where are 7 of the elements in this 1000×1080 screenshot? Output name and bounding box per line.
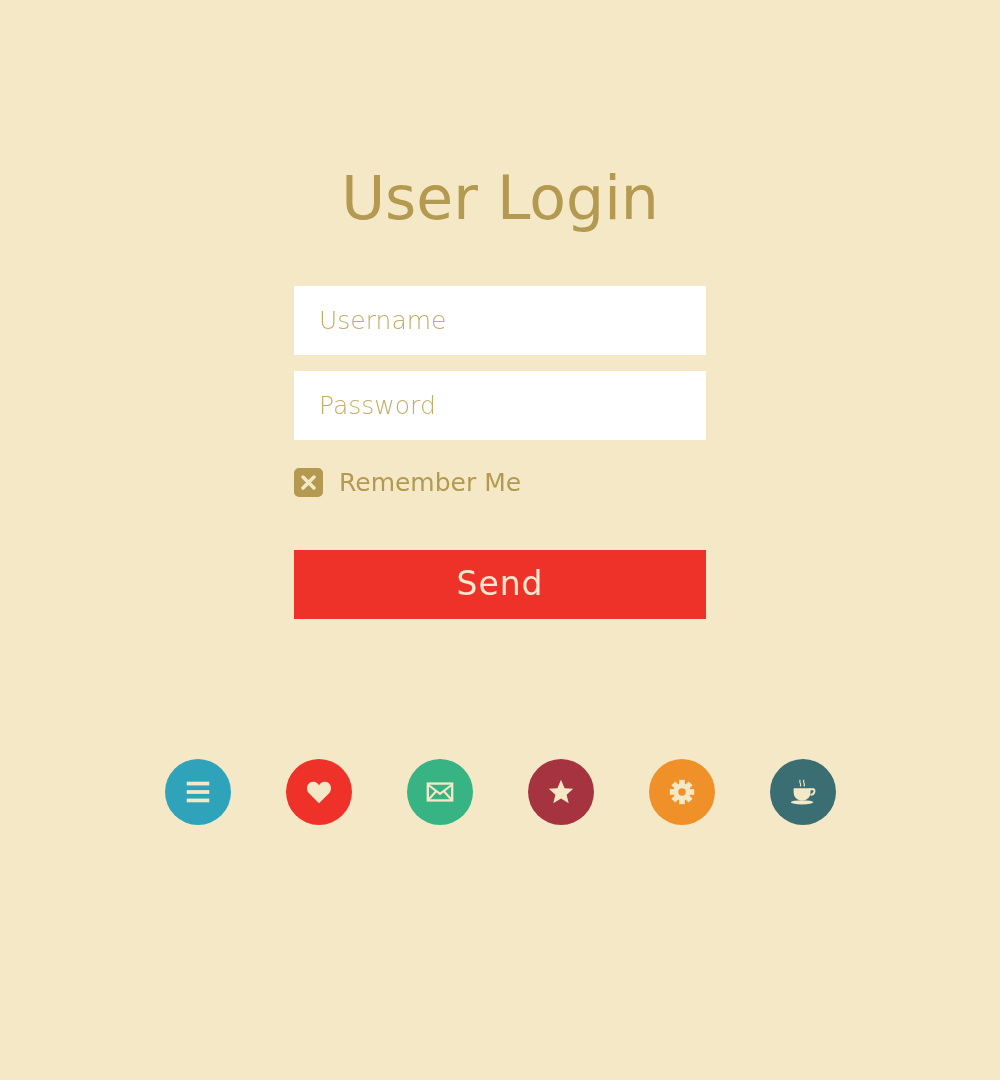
send-button[interactable]: Send <box>294 549 706 619</box>
remember-checkbox[interactable] <box>294 468 323 498</box>
page-title: User Login <box>341 162 659 234</box>
cross-icon <box>301 475 316 491</box>
remember-label: Remember Me <box>339 467 522 499</box>
username-field[interactable]: Username <box>294 286 706 355</box>
password-field[interactable]: Password <box>294 371 706 440</box>
